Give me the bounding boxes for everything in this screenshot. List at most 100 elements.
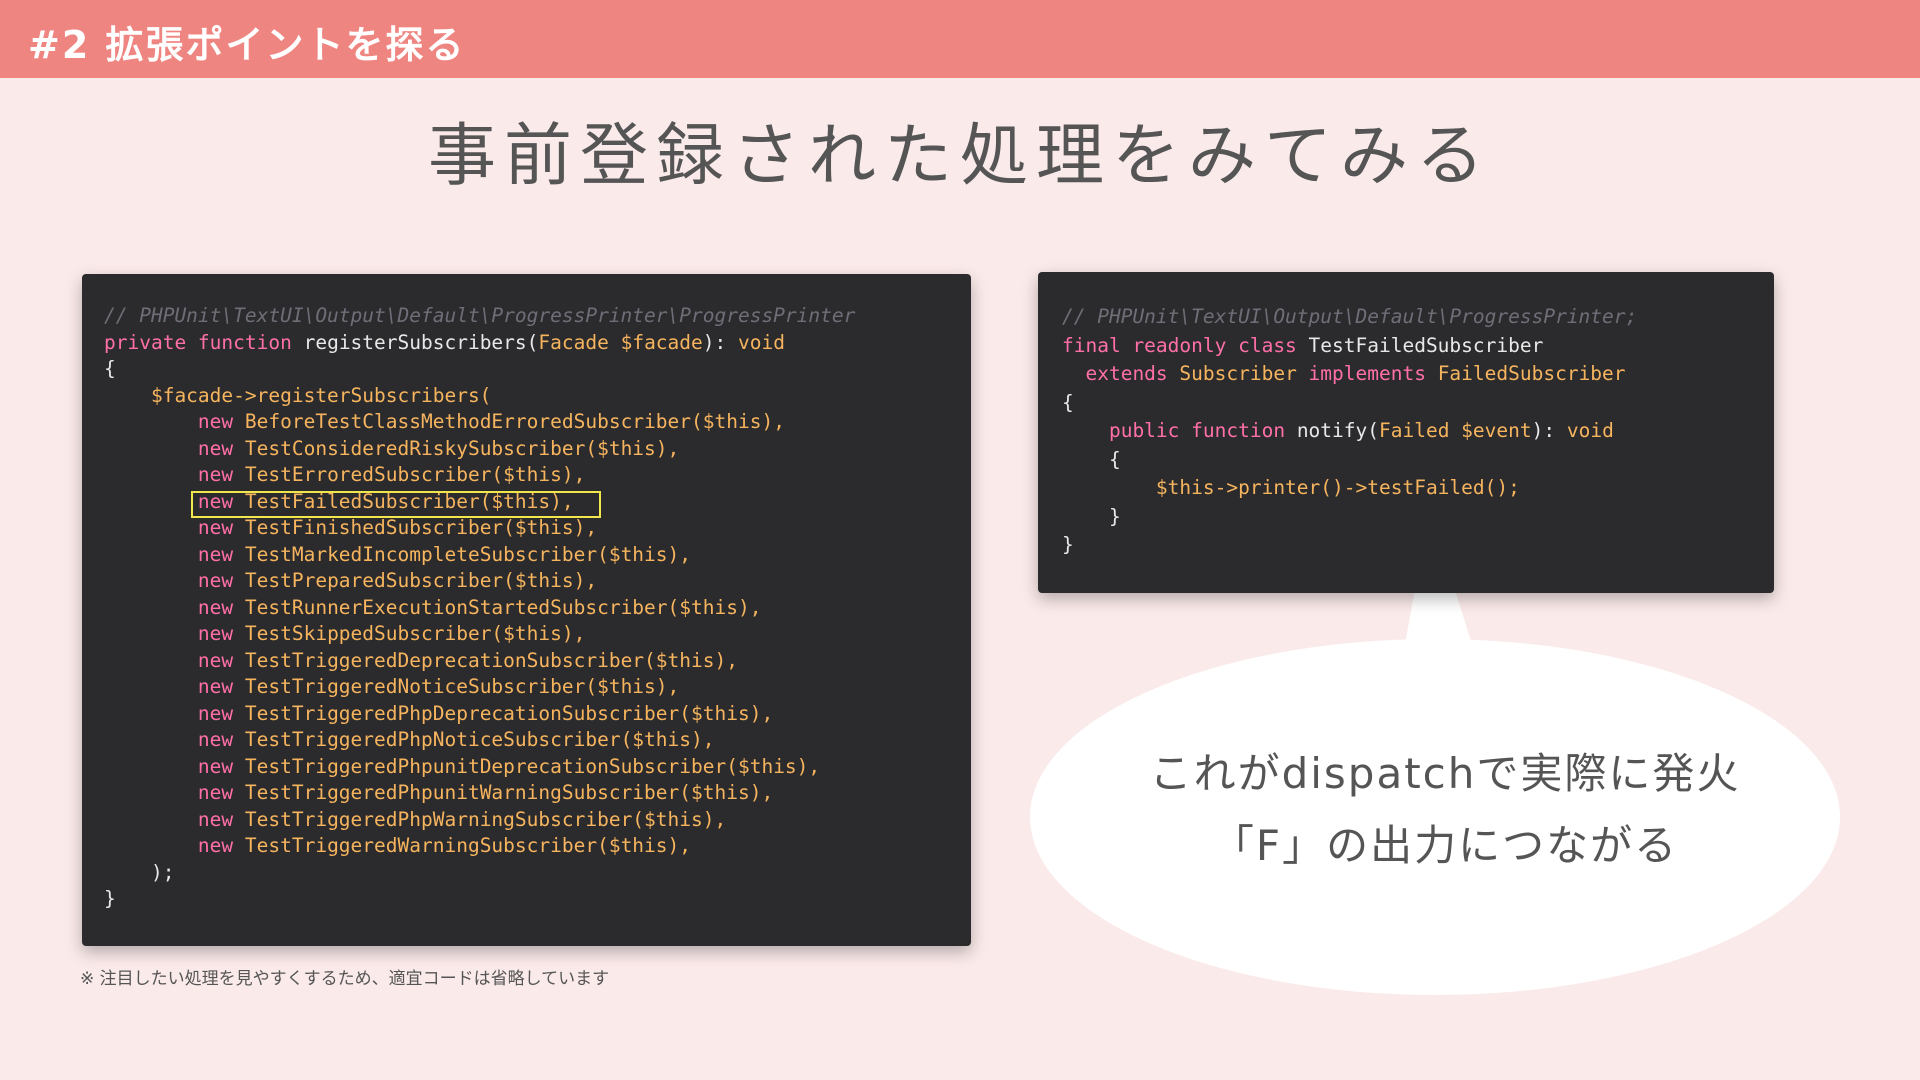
header-bar: #2 拡張ポイントを探る (0, 0, 1920, 78)
code-token: TestMarkedIncompleteSubscriber($this), (244, 542, 692, 566)
code-line: new TestErroredSubscriber($this), (104, 462, 949, 489)
code-line: new TestSkippedSubscriber($this), (104, 621, 949, 648)
code-line: new TestMarkedIncompleteSubscriber($this… (104, 542, 949, 569)
section-title: #2 拡張ポイントを探る (28, 23, 466, 67)
code-token: TestTriggeredNoticeSubscriber($this), (244, 675, 680, 698)
code-token: // PHPUnit\TextUI\Output\Default\Progres… (1062, 305, 1638, 328)
code-token: ): (702, 330, 739, 354)
code-token: public function (1062, 419, 1297, 442)
code-token: FailedSubscriber (1437, 362, 1626, 385)
code-token: TestFinishedSubscriber($this), (244, 516, 598, 539)
code-token: new (104, 675, 245, 698)
code-token: BeforeTestClassMethodErroredSubscriber($… (244, 410, 785, 433)
code-token: new (104, 542, 245, 566)
code-token: new (104, 834, 245, 857)
code-token: TestTriggeredPhpNoticeSubscriber($this), (244, 728, 715, 751)
code-token: void (1566, 419, 1614, 442)
code-line: new BeforeTestClassMethodErroredSubscrib… (104, 409, 949, 436)
code-line: extends Subscriber implements FailedSubs… (1062, 360, 1750, 389)
code-panel-test-failed-subscriber: // PHPUnit\TextUI\Output\Default\Progres… (1038, 272, 1774, 593)
code-line: { (1062, 389, 1750, 418)
code-line: // PHPUnit\TextUI\Output\Default\Progres… (104, 303, 949, 330)
code-token: notify( (1296, 419, 1379, 442)
code-token: new (104, 781, 245, 804)
code-token: ): (1531, 419, 1567, 442)
code-line: new TestTriggeredNoticeSubscriber($this)… (104, 674, 949, 701)
code-token: void (738, 330, 785, 354)
code-line: new TestTriggeredPhpNoticeSubscriber($th… (104, 727, 949, 754)
code-token: TestFailedSubscriber (1308, 333, 1544, 357)
highlight-box-test-failed-subscriber (191, 491, 601, 518)
footnote: ※ 注目したい処理を見やすくするため、適宜コードは省略しています (80, 969, 610, 989)
code-line: $facade->registerSubscribers( (104, 383, 949, 410)
slide-title: 事前登録された処理をみてみる (427, 117, 1492, 196)
code-line: // PHPUnit\TextUI\Output\Default\Progres… (1062, 303, 1750, 332)
code-token: new (104, 807, 245, 831)
code-token: $this->printer()->testFailed(); (1062, 476, 1520, 499)
code-token: new (104, 595, 245, 619)
code-token: TestTriggeredPhpWarningSubscriber($this)… (244, 807, 727, 831)
code-token: TestSkippedSubscriber($this), (244, 622, 586, 645)
code-token: TestPreparedSubscriber($this), (244, 569, 598, 592)
bubble-text: これがdispatchで実際に発火 「F」の出力につながる (1060, 738, 1830, 882)
code-token: registerSubscribers( (303, 330, 539, 354)
code-token: new (104, 622, 245, 645)
code-token: new (104, 648, 245, 672)
code-token: { (1062, 390, 1074, 414)
code-line: final readonly class TestFailedSubscribe… (1062, 332, 1750, 361)
code-line: new TestRunnerExecutionStartedSubscriber… (104, 595, 949, 622)
code-line: new TestConsideredRiskySubscriber($this)… (104, 436, 949, 463)
code-token: new (104, 754, 245, 778)
code-token: } (104, 887, 116, 910)
code-line: new TestTriggeredWarningSubscriber($this… (104, 833, 949, 860)
code-token: TestErroredSubscriber($this), (244, 463, 586, 486)
code-token: Facade $facade (538, 330, 703, 354)
code-token: final readonly class (1062, 333, 1309, 357)
code-line: } (104, 886, 949, 913)
code-token: new (104, 701, 245, 725)
code-line: new TestTriggeredDeprecationSubscriber($… (104, 648, 949, 675)
code-token: TestTriggeredPhpDeprecationSubscriber($t… (244, 701, 774, 725)
code-line: new TestTriggeredPhpunitWarningSubscribe… (104, 780, 949, 807)
code-token: TestRunnerExecutionStartedSubscriber($th… (244, 595, 762, 619)
code-line: { (1062, 446, 1750, 475)
code-token: new (104, 410, 245, 433)
code-token: } (1062, 504, 1121, 528)
code-token: ); (104, 860, 175, 884)
code-token: new (104, 516, 245, 539)
code-line: { (104, 356, 949, 383)
code-line: private function registerSubscribers(Fac… (104, 330, 949, 357)
code-token: new (104, 463, 245, 486)
code-token: } (1062, 533, 1074, 556)
code-line: public function notify(Failed $event): v… (1062, 417, 1750, 446)
code-token: new (104, 728, 245, 751)
code-token: TestTriggeredWarningSubscriber($this), (244, 834, 692, 857)
code-token: $facade->registerSubscribers( (104, 383, 492, 407)
code-token: TestConsideredRiskySubscriber($this), (244, 436, 680, 460)
code-token: TestTriggeredPhpunitDeprecationSubscribe… (244, 754, 821, 778)
code-line: new TestTriggeredPhpunitDeprecationSubsc… (104, 754, 949, 781)
code-line: ); (104, 860, 949, 887)
bubble-line-1: これがdispatchで実際に発火 (1149, 749, 1741, 798)
code-token: TestTriggeredDeprecationSubscriber($this… (244, 648, 738, 672)
code-token: Subscriber (1179, 362, 1309, 385)
code-token: Failed $event (1379, 419, 1532, 442)
code-panel-register-subscribers: // PHPUnit\TextUI\Output\Default\Progres… (82, 274, 971, 946)
code-line: new TestTriggeredPhpWarningSubscriber($t… (104, 807, 949, 834)
code-token: { (104, 357, 116, 380)
code-token: private function (104, 330, 304, 354)
code-line: new TestFinishedSubscriber($this), (104, 515, 949, 542)
code-line: $this->printer()->testFailed(); (1062, 474, 1750, 503)
code-line: new TestPreparedSubscriber($this), (104, 568, 949, 595)
code-token: extends (1062, 362, 1180, 385)
code-token: // PHPUnit\TextUI\Output\Default\Progres… (104, 304, 856, 327)
bubble-line-2: 「F」の出力につながる (1211, 821, 1679, 870)
code-token: new (104, 569, 245, 592)
code-line: } (1062, 531, 1750, 560)
code-token: new (104, 436, 245, 460)
code-line: new TestTriggeredPhpDeprecationSubscribe… (104, 701, 949, 728)
code-token: implements (1308, 362, 1438, 385)
code-token: { (1062, 447, 1121, 471)
code-token: TestTriggeredPhpunitWarningSubscriber($t… (244, 781, 774, 804)
code-line: } (1062, 503, 1750, 532)
